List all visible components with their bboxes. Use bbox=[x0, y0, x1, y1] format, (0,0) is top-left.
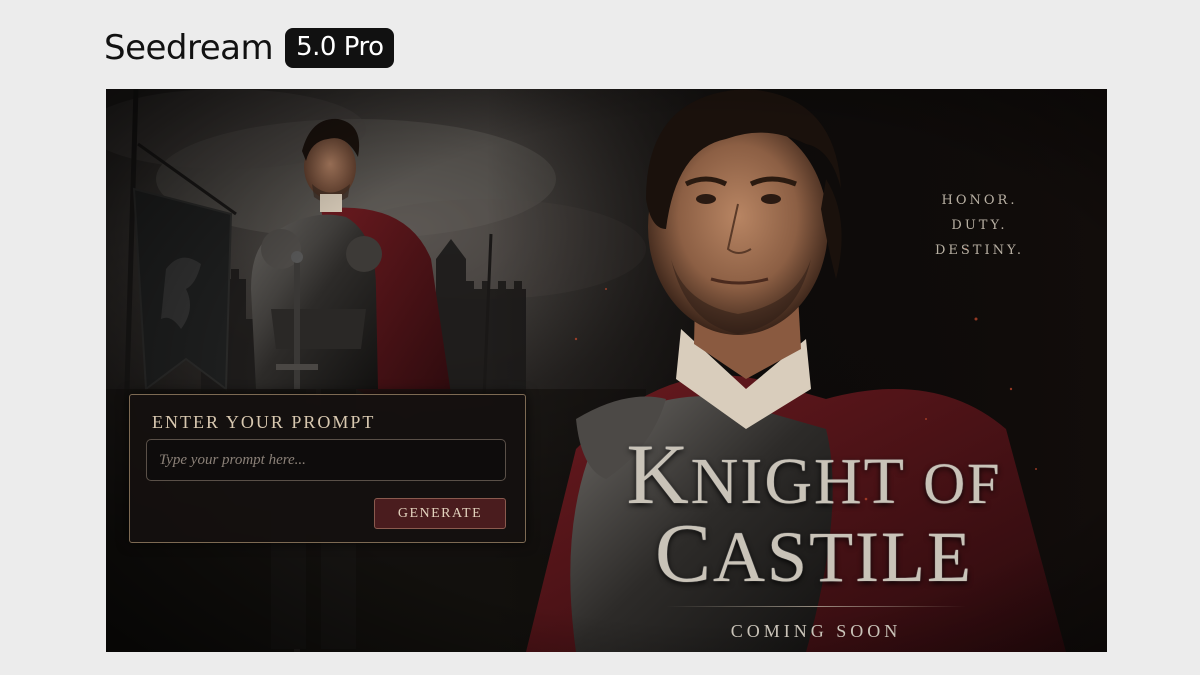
prompt-panel: ENTER YOUR PROMPT GENERATE bbox=[129, 394, 526, 543]
prompt-input[interactable] bbox=[146, 439, 506, 481]
coming-soon-text: COMING SOON bbox=[730, 621, 902, 641]
brand-name: Seedream bbox=[104, 28, 274, 68]
title-line-2: CASTILE bbox=[655, 507, 973, 600]
generate-button[interactable]: GENERATE bbox=[374, 498, 506, 529]
generated-poster-image: HONOR. DUTY. DESTINY. KNIGHT OF CASTILE … bbox=[106, 89, 1107, 652]
title-divider bbox=[666, 606, 966, 607]
tagline-line: HONOR. bbox=[941, 193, 1018, 208]
title-line-1: KNIGHT OF bbox=[626, 426, 1002, 522]
prompt-heading: ENTER YOUR PROMPT bbox=[152, 412, 376, 432]
app-header: Seedream 5.0 Pro bbox=[104, 28, 395, 68]
poster-tagline: HONOR. DUTY. DESTINY. bbox=[935, 188, 1024, 263]
version-badge: 5.0 Pro bbox=[285, 28, 395, 68]
tagline-line: DESTINY. bbox=[934, 243, 1024, 258]
tagline-line: DUTY. bbox=[951, 218, 1008, 233]
poster-title: KNIGHT OF CASTILE bbox=[584, 426, 1044, 600]
